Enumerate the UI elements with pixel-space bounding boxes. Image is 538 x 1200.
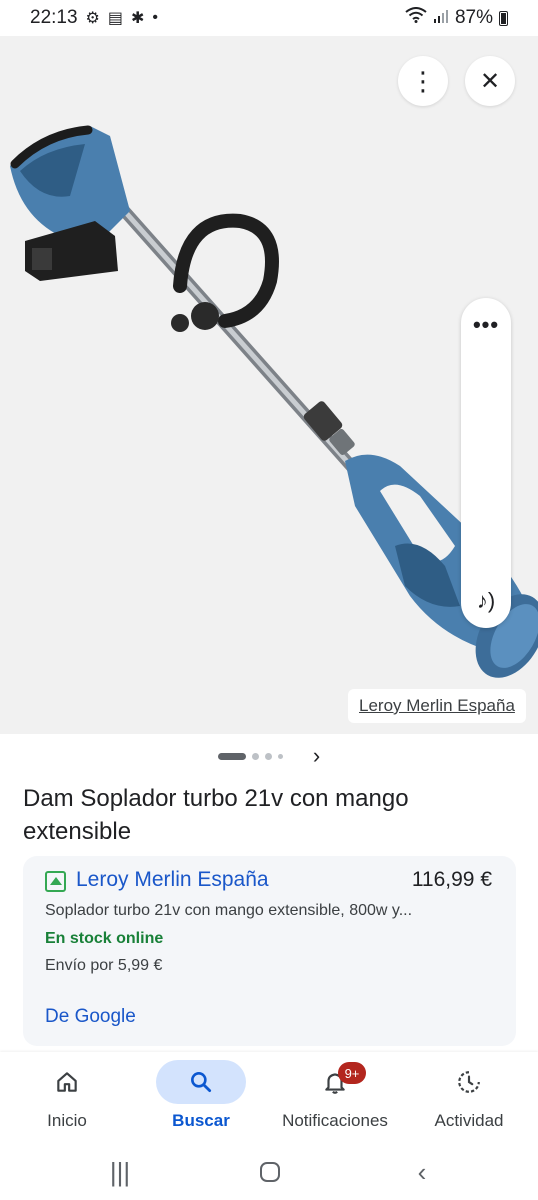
pager-dot-active[interactable] bbox=[217, 752, 246, 760]
floating-side-panel[interactable]: ••• ♪) bbox=[461, 298, 511, 628]
calendar-icon: ▤ bbox=[107, 10, 124, 27]
recent-apps-icon: ||| bbox=[109, 1156, 131, 1187]
close-icon: ✕ bbox=[479, 67, 501, 95]
nav-label: Buscar bbox=[172, 1111, 230, 1130]
chevron-right-icon[interactable]: › bbox=[313, 743, 320, 769]
pager-dot[interactable] bbox=[251, 752, 259, 760]
offer-card[interactable]: Leroy Merlin España 116,99 € Soplador tu… bbox=[23, 856, 516, 1046]
offer-price: 116,99 € bbox=[411, 868, 492, 891]
search-icon bbox=[156, 1060, 246, 1104]
gear-icon: ⚙ bbox=[85, 10, 100, 27]
merchant-name[interactable]: Leroy Merlin España bbox=[76, 868, 269, 892]
home-square-icon bbox=[260, 1162, 280, 1182]
signal-icon bbox=[433, 7, 449, 29]
battery-percent: 87% bbox=[454, 7, 493, 28]
shipping-info: Envío por 5,99 € bbox=[45, 957, 163, 974]
recent-apps-button[interactable]: ||| bbox=[90, 1152, 150, 1192]
pager-dot[interactable] bbox=[264, 752, 272, 760]
nav-label: Inicio bbox=[47, 1111, 87, 1130]
nav-item-buscar[interactable]: Buscar bbox=[134, 1052, 268, 1144]
product-title: Dam Soplador turbo 21v con mango extensi… bbox=[23, 785, 409, 845]
bell-icon bbox=[290, 1060, 380, 1104]
home-button[interactable] bbox=[240, 1152, 300, 1192]
image-pager: › bbox=[0, 743, 538, 769]
nav-label: Actividad bbox=[434, 1111, 504, 1130]
pager-dot[interactable] bbox=[277, 753, 283, 759]
status-left: 22:13 ⚙ ▤ ✱ • bbox=[30, 7, 158, 29]
battery-icon bbox=[499, 10, 508, 26]
activity-icon bbox=[424, 1060, 514, 1104]
product-image bbox=[10, 125, 538, 678]
nav-item-inicio[interactable]: Inicio bbox=[0, 1052, 134, 1144]
from-google-link[interactable]: De Google bbox=[45, 1006, 136, 1028]
more-options-button[interactable]: ⋮ bbox=[398, 56, 448, 106]
nav-label: Notificaciones bbox=[282, 1111, 388, 1130]
system-navigation-bar: ||| ‹ bbox=[0, 1144, 538, 1200]
more-horiz-icon[interactable]: ••• bbox=[461, 312, 511, 338]
clock: 22:13 bbox=[30, 7, 78, 28]
wifi-icon bbox=[405, 7, 427, 29]
home-icon bbox=[22, 1060, 112, 1104]
more-vert-icon: ⋮ bbox=[410, 65, 436, 96]
nav-item-notificaciones[interactable]: 9+ Notificaciones bbox=[268, 1052, 402, 1144]
product-image-viewer[interactable]: ⋮ ✕ ••• ♪) Leroy Merlin España bbox=[0, 36, 538, 734]
status-right: 87% bbox=[405, 7, 508, 29]
back-button[interactable]: ‹ bbox=[392, 1152, 452, 1192]
close-button[interactable]: ✕ bbox=[465, 56, 515, 106]
caixabank-icon: ✱ bbox=[131, 10, 145, 27]
stock-status: En stock online bbox=[45, 930, 164, 947]
offer-description: Soplador turbo 21v con mango extensible,… bbox=[45, 902, 413, 919]
nav-item-actividad[interactable]: Actividad bbox=[402, 1052, 536, 1144]
back-chevron-icon: ‹ bbox=[417, 1156, 427, 1187]
status-bar: 22:13 ⚙ ▤ ✱ • 87% bbox=[0, 0, 538, 36]
dot-icon: • bbox=[152, 9, 159, 26]
music-sound-icon[interactable]: ♪) bbox=[461, 588, 511, 614]
bottom-navigation: Inicio Buscar 9+ Notificaciones Activida… bbox=[0, 1052, 538, 1144]
image-source-link[interactable]: Leroy Merlin España bbox=[348, 689, 526, 723]
merchant-logo-icon bbox=[45, 871, 66, 892]
notification-badge: 9+ bbox=[338, 1062, 366, 1084]
